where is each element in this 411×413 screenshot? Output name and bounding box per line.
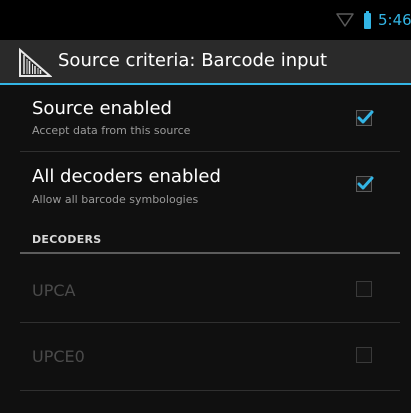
pref-title: All decoders enabled — [32, 166, 221, 187]
action-bar: Source criteria: Barcode input — [0, 40, 411, 83]
pref-summary: Accept data from this source — [32, 124, 191, 137]
decoder-item-upca[interactable]: UPCA — [20, 255, 400, 321]
pref-title: Source enabled — [32, 98, 172, 119]
page-title: Source criteria: Barcode input — [58, 50, 328, 71]
pref-source-enabled[interactable]: Source enabled Accept data from this sou… — [20, 86, 400, 150]
battery-icon — [364, 11, 371, 29]
upce0-checkbox[interactable] — [356, 347, 372, 363]
screen: 5:46 Source criteria: Barcode input Sour… — [0, 0, 411, 413]
wifi-icon — [336, 13, 354, 27]
all-decoders-checkbox[interactable] — [356, 176, 374, 192]
decoder-title: UPCA — [32, 281, 76, 300]
decoder-title: UPCE0 — [32, 347, 85, 366]
checkmark-icon — [357, 110, 374, 124]
status-time: 5:46 — [378, 11, 411, 29]
upca-checkbox[interactable] — [356, 281, 372, 297]
pref-all-decoders-enabled[interactable]: All decoders enabled Allow all barcode s… — [20, 152, 400, 218]
pref-summary: Allow all barcode symbologies — [32, 193, 199, 206]
barcode-icon[interactable] — [18, 46, 52, 78]
action-bar-divider — [0, 83, 411, 85]
source-enabled-checkbox[interactable] — [356, 110, 374, 126]
category-title: DECODERS — [32, 233, 102, 246]
status-bar: 5:46 — [0, 0, 411, 40]
decoder-item-upce0[interactable]: UPCE0 — [20, 323, 400, 389]
checkmark-icon — [357, 176, 374, 190]
divider — [20, 390, 400, 391]
category-divider — [20, 252, 400, 254]
